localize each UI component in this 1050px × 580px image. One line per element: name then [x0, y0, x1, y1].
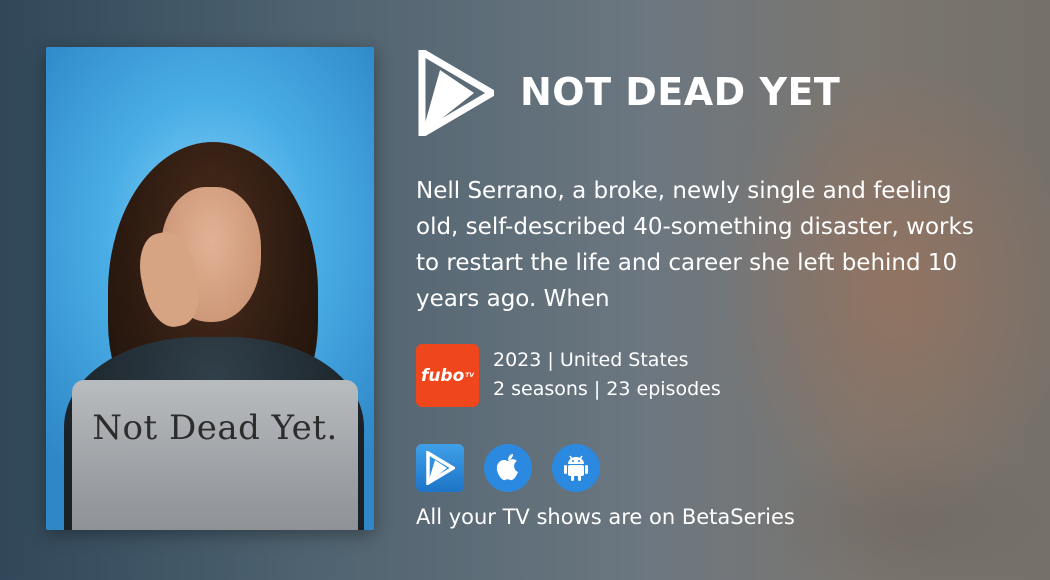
poster-title-text: Not Dead Yet.	[92, 408, 338, 448]
android-icon[interactable]	[552, 444, 600, 492]
betaseries-logo-icon[interactable]	[418, 50, 494, 136]
fubo-provider-logo[interactable]: fubo TV	[416, 344, 479, 407]
seasons-episodes: 2 seasons | 23 episodes	[493, 378, 721, 400]
show-description: Nell Serrano, a broke, newly single and …	[416, 178, 974, 312]
show-poster[interactable]: Not Dead Yet.	[46, 47, 374, 530]
show-title: NOT DEAD YET	[520, 70, 841, 114]
provider-superscript: TV	[465, 372, 475, 379]
tagline: All your TV shows are on BetaSeries	[416, 505, 795, 529]
provider-name: fubo	[420, 365, 465, 386]
poster-laptop: Not Dead Yet.	[72, 380, 358, 530]
app-links	[416, 444, 600, 492]
betaseries-app-icon[interactable]	[416, 444, 464, 492]
year-country: 2023 | United States	[493, 349, 689, 371]
show-meta: 2023 | United States 2 seasons | 23 epis…	[493, 346, 721, 404]
apple-icon[interactable]	[484, 444, 532, 492]
